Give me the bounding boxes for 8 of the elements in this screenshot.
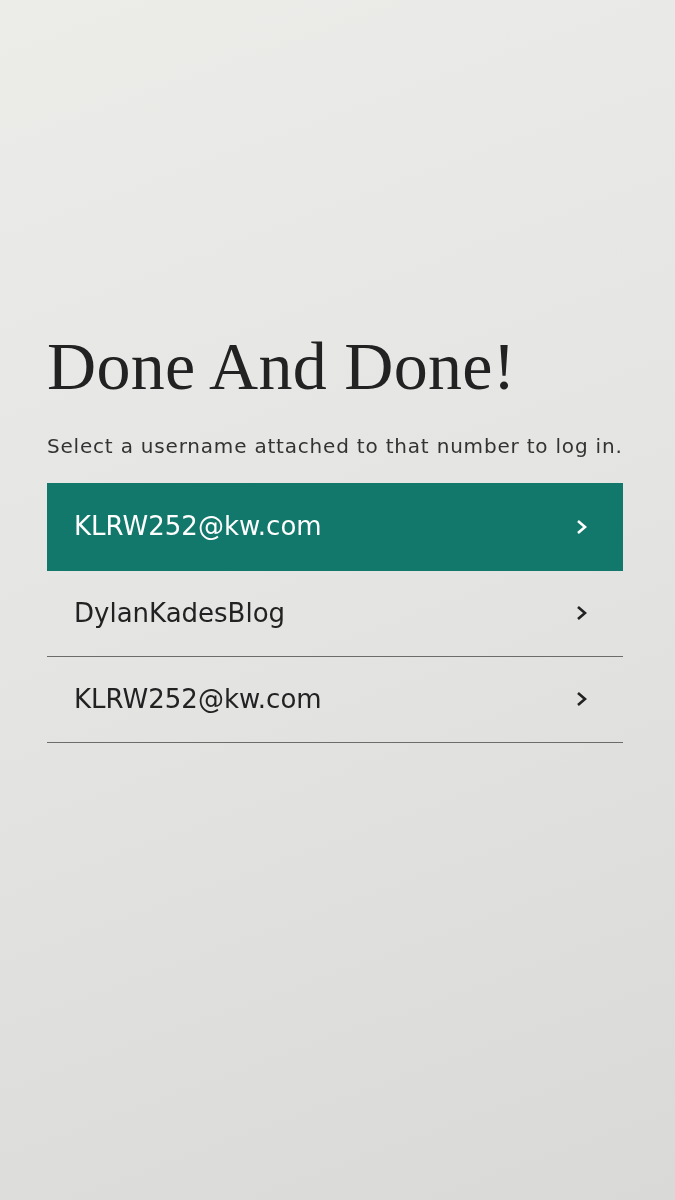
- chevron-right-icon: [576, 605, 587, 622]
- username-option[interactable]: KLRW252@kw.com: [47, 656, 623, 743]
- chevron-right-icon: [576, 691, 587, 708]
- page-heading: Done And Done!: [47, 329, 517, 404]
- username-option[interactable]: DylanKadesBlog: [47, 570, 623, 657]
- chevron-right-icon: [576, 518, 587, 535]
- instruction-text: Select a username attached to that number to log in.: [47, 432, 623, 460]
- username-option[interactable]: KLRW252@kw.com: [47, 482, 623, 571]
